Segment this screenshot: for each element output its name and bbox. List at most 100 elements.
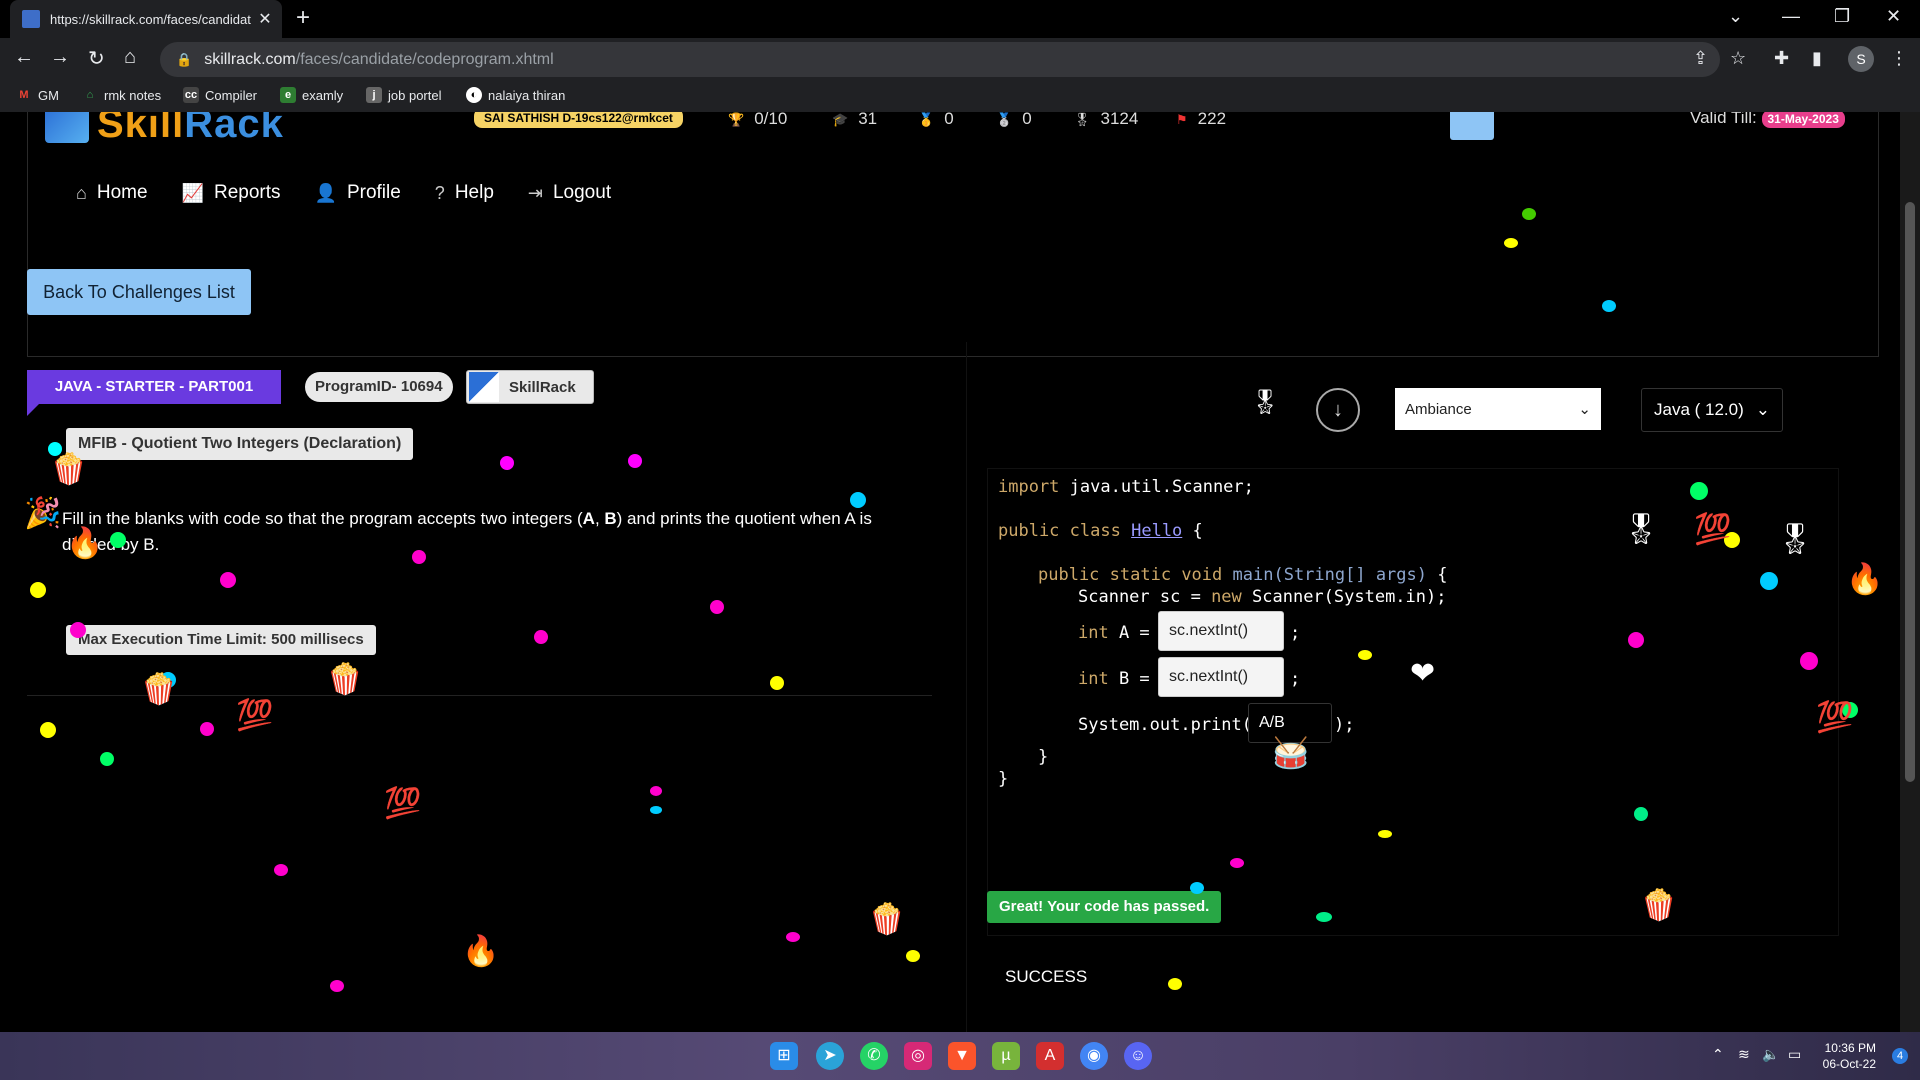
code-line-main: public static void main(String[] args) { xyxy=(1038,565,1448,585)
output-text: SUCCESS xyxy=(1005,967,1088,986)
confetti-dot xyxy=(650,806,662,814)
code-line-import: import java.util.Scanner; xyxy=(998,477,1254,497)
chart-icon: 📈 xyxy=(181,182,204,203)
confetti-dot xyxy=(1190,882,1204,894)
scrollbar-thumb[interactable] xyxy=(1905,202,1915,782)
telegram-icon[interactable]: ➤ xyxy=(816,1042,844,1070)
menu-kebab-icon[interactable]: ⋮ xyxy=(1890,48,1908,69)
code-line-class: public class Hello { xyxy=(998,521,1203,541)
wifi-icon[interactable]: ≋ xyxy=(1738,1046,1750,1063)
windows-start-icon[interactable]: ⊞ xyxy=(770,1042,798,1070)
battery-icon[interactable]: ▭ xyxy=(1788,1046,1801,1063)
fire-icon: 🔥 xyxy=(66,527,104,560)
clock-time: 10:36 PM xyxy=(1824,1041,1876,1055)
back-to-challenges-button[interactable]: Back To Challenges List xyxy=(27,269,251,315)
site-header xyxy=(27,112,1879,357)
brave-icon[interactable]: ▼ xyxy=(948,1042,976,1070)
flag-icon: ⚑ xyxy=(1176,112,1188,127)
utorrent-icon[interactable]: µ xyxy=(992,1042,1020,1070)
address-bar[interactable]: 🔒 skillrack.com/faces/candidate/codeprog… xyxy=(160,42,1720,77)
home-icon: ⌂ xyxy=(76,182,87,203)
browser-tab[interactable]: https://skillrack.com/faces/candidat ✕ xyxy=(10,0,282,38)
stat-flag: ⚑ 222 xyxy=(1176,112,1227,128)
whatsapp-icon[interactable]: ✆ xyxy=(860,1042,888,1070)
profile-avatar[interactable]: S xyxy=(1848,46,1874,72)
skillrack-favicon-icon xyxy=(22,10,40,28)
blank-input-2[interactable]: sc.nextInt() xyxy=(1158,657,1284,697)
main-nav: ⌂ Home 📈 Reports 👤 Profile ? Help ⇥ Logout xyxy=(76,182,611,204)
bookmark-job-portel[interactable]: j job portel xyxy=(366,87,441,103)
hundred-points-icon: 💯 xyxy=(1816,701,1854,734)
popcorn-icon: 🍿 xyxy=(868,903,906,936)
bookmark-compiler[interactable]: cc Compiler xyxy=(183,87,257,103)
restore-button[interactable]: ❐ xyxy=(1834,6,1850,27)
page-scrollbar[interactable] xyxy=(1900,112,1920,1032)
tab-title: https://skillrack.com/faces/candidat xyxy=(50,11,251,27)
back-arrow-icon[interactable]: ← xyxy=(14,46,34,69)
popcorn-icon: 🍿 xyxy=(1640,889,1678,922)
bookmark-rmk-notes[interactable]: ⌂ rmk notes xyxy=(82,87,161,103)
share-icon[interactable]: ⇪ xyxy=(1693,48,1708,69)
stat-silver-medal: 🥈 0 xyxy=(996,112,1032,128)
tab-search-icon[interactable]: ⌄ xyxy=(1728,6,1743,27)
editor-theme-select[interactable]: Ambiance ⌄ xyxy=(1395,388,1601,430)
lock-icon[interactable]: 🔒 xyxy=(176,52,192,68)
reload-icon[interactable]: ↻ xyxy=(88,46,105,71)
bookmark-star-icon[interactable]: ☆ xyxy=(1730,48,1746,69)
hundred-points-icon: 💯 xyxy=(384,787,422,820)
language-select[interactable]: Java ( 12.0) ⌄ xyxy=(1641,388,1783,432)
page-content: SkillRack SAI SATHISH D-19cs122@rmkcet 🏆… xyxy=(0,112,1920,1032)
discord-icon[interactable]: ☺ xyxy=(1124,1042,1152,1070)
acrobat-icon[interactable]: A xyxy=(1036,1042,1064,1070)
nav-reports[interactable]: 📈 Reports xyxy=(182,182,281,204)
user-icon: 👤 xyxy=(314,182,337,203)
skillrack-logo[interactable]: SkillRack xyxy=(45,112,284,147)
minimize-button[interactable]: — xyxy=(1782,6,1800,27)
blank-input-1[interactable]: sc.nextInt() xyxy=(1158,611,1284,651)
code-line-print: System.out.print( xyxy=(1078,715,1252,735)
code-brace-close: } xyxy=(998,769,1009,789)
bookmark-gm[interactable]: M GM xyxy=(16,87,59,103)
code-line-int-a: int A = xyxy=(1078,623,1150,643)
nav-help[interactable]: ? Help xyxy=(435,182,494,204)
download-icon[interactable]: ↓ xyxy=(1316,388,1360,432)
clock-date: 06-Oct-22 xyxy=(1822,1057,1876,1071)
popcorn-icon: 🍿 xyxy=(326,663,364,696)
side-panel-icon[interactable]: ▮ xyxy=(1812,48,1822,69)
notification-badge[interactable]: 4 xyxy=(1892,1048,1908,1064)
confetti-dot xyxy=(1628,632,1644,648)
stat-certificate: 🎓 31 xyxy=(832,112,878,128)
popcorn-icon: 🍿 xyxy=(50,453,88,486)
forward-arrow-icon[interactable]: → xyxy=(50,46,70,69)
nav-profile[interactable]: 👤 Profile xyxy=(315,182,401,204)
close-tab-icon[interactable]: ✕ xyxy=(254,9,276,29)
bookmark-examly[interactable]: e examly xyxy=(280,87,343,103)
system-clock[interactable]: 10:36 PM 06-Oct-22 xyxy=(1823,1040,1876,1072)
url-host: skillrack.com xyxy=(204,50,296,68)
bookmark-nalaiya-thiran[interactable]: ◐ nalaiya thiran xyxy=(466,87,565,103)
new-tab-button[interactable]: + xyxy=(296,4,310,32)
skillrack-icon xyxy=(469,372,499,402)
confetti-dot xyxy=(1230,858,1244,868)
close-window-button[interactable]: ✕ xyxy=(1886,6,1901,27)
browser-tab-bar: https://skillrack.com/faces/candidat ✕ +… xyxy=(0,0,1920,38)
windows-taskbar: ⊞ ➤ ✆ ◎ ▼ µ A ◉ ☺ ⌃ ≋ 🔈 ▭ 10:36 PM 06-Oc… xyxy=(0,1032,1920,1080)
confetti-dot xyxy=(200,722,214,736)
extensions-icon[interactable]: ✚ xyxy=(1774,48,1789,69)
fire-icon: 🔥 xyxy=(462,935,500,968)
nav-home[interactable]: ⌂ Home xyxy=(76,182,148,204)
nav-logout[interactable]: ⇥ Logout xyxy=(528,182,611,204)
theme-toggle-button[interactable] xyxy=(1450,112,1494,140)
column-divider xyxy=(966,342,967,1032)
logo-mark-icon xyxy=(45,112,89,143)
logo-text: SkillRack xyxy=(97,112,284,146)
confetti-dot xyxy=(30,582,46,598)
bookmark-label: Compiler xyxy=(205,87,258,103)
instagram-icon[interactable]: ◎ xyxy=(904,1042,932,1070)
home-icon[interactable]: ⌂ xyxy=(124,46,136,69)
bookmark-label: job portel xyxy=(388,87,442,103)
tray-chevron-icon[interactable]: ⌃ xyxy=(1712,1046,1724,1063)
gold-medal-icon: 🥇 xyxy=(918,112,935,127)
chrome-icon[interactable]: ◉ xyxy=(1080,1042,1108,1070)
volume-icon[interactable]: 🔈 xyxy=(1762,1046,1779,1063)
